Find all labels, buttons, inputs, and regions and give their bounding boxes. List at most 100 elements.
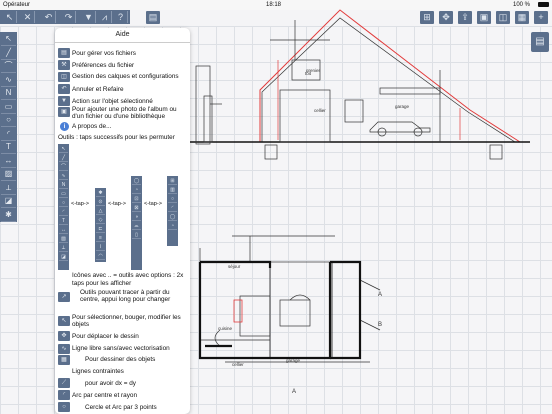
rectangle-icon[interactable]: ▭ bbox=[1, 100, 16, 114]
help-item-dxdy: pour avoir dx = dy bbox=[85, 380, 136, 387]
triangle-down-icon[interactable]: ▼ bbox=[82, 11, 96, 23]
tool-icon: ⟂ bbox=[59, 244, 68, 252]
tool-icon: △ bbox=[96, 207, 105, 215]
help-item-layers: Gestion des calques et configurations bbox=[72, 73, 179, 80]
label-garage-plan: garage bbox=[286, 358, 301, 363]
tool-column-3: ◯ ◔ ⊡ ⊠ ◑ ⌓ ▯ bbox=[131, 176, 142, 270]
files-help-icon: ▤ bbox=[58, 48, 70, 58]
tap-label: <-tap-> bbox=[144, 201, 163, 207]
center-tool-help-icon: ↗ bbox=[58, 292, 70, 302]
move-icon[interactable]: ✥ bbox=[439, 11, 453, 24]
dxdy-help-icon: ⟋ bbox=[58, 378, 70, 388]
text-icon[interactable]: T bbox=[1, 140, 16, 154]
freehand-icon[interactable]: ∿ bbox=[1, 73, 16, 87]
right-panel-icon[interactable]: ▤ bbox=[531, 32, 549, 52]
label-garage: garage bbox=[395, 104, 410, 109]
tool-icon: ◜ bbox=[168, 204, 177, 212]
tool-icon: ⌓ bbox=[132, 222, 141, 230]
arc-icon[interactable]: ◜ bbox=[1, 127, 16, 141]
grid-icon[interactable]: ⊞ bbox=[420, 11, 434, 24]
close-icon[interactable]: ✕ bbox=[21, 11, 35, 23]
tool-icon: ≡ bbox=[96, 234, 105, 242]
label-toit: toit bbox=[305, 71, 312, 76]
photo-help-icon: ▣ bbox=[58, 107, 70, 117]
help-item-action: Action sur l'objet sélectionné bbox=[72, 98, 153, 105]
select-icon[interactable]: ↖ bbox=[1, 32, 16, 46]
tool-column-1: ↖ ╱ ⌒ ∿ N ▭ ○ ◜ T ↔ ▨ ⟂ ◪ bbox=[58, 144, 69, 270]
pointer-icon[interactable]: ↖ bbox=[3, 11, 17, 23]
move-help-icon: ✥ bbox=[58, 331, 70, 341]
photo-icon[interactable]: ▣ bbox=[477, 11, 491, 24]
undo-icon[interactable]: ↶ bbox=[42, 11, 56, 23]
tool-column-4: ⊞ ▥ ○ ◜ ◯ ◔ bbox=[167, 176, 178, 246]
settings-icon[interactable]: ✱ bbox=[1, 208, 16, 222]
preferences-help-icon: ⚒ bbox=[58, 60, 70, 70]
left-tool-palette: ↖ ╱ ⌒ ∿ N ▭ ○ ◜ T ↔ ▨ ⟂ ◪ ✱ bbox=[0, 32, 17, 222]
info-icon: i bbox=[60, 122, 69, 131]
tool-icon: T bbox=[59, 217, 68, 225]
section-mark-b: B bbox=[378, 322, 382, 328]
section-mark-a: A bbox=[378, 292, 382, 298]
tool-icon: ◇ bbox=[96, 216, 105, 224]
zigzag-tool-icon[interactable]: N bbox=[1, 86, 16, 100]
line-icon[interactable]: ╱ bbox=[1, 46, 16, 60]
top-toolbar: ↖ ✕ ↶ ↷ ▼ ⩘ ? ▤ ⊞ ✥ ⇪ ▣ ◫ ▦ + bbox=[0, 10, 552, 26]
label-cellier: cellier bbox=[314, 108, 326, 113]
export-icon[interactable]: ⇪ bbox=[458, 11, 472, 24]
tool-icon: ◔ bbox=[168, 222, 177, 230]
tool-icon: ↔ bbox=[59, 227, 68, 234]
plus-icon[interactable]: + bbox=[534, 11, 548, 24]
objects-help-icon: ▦ bbox=[58, 355, 70, 365]
tap-label: <-tap-> bbox=[71, 201, 90, 207]
tool-icon: ⊡ bbox=[132, 195, 141, 203]
calculator-icon[interactable]: ▦ bbox=[515, 11, 529, 24]
dimension-icon[interactable]: ↔ bbox=[1, 154, 16, 168]
tool-icon: ◯ bbox=[132, 178, 141, 185]
layers-help-icon: ◫ bbox=[58, 72, 70, 82]
help-item-objects: Pour dessiner des objets bbox=[85, 356, 156, 363]
section-mark-a2: A bbox=[292, 389, 296, 395]
help-item-about: A propos de... bbox=[72, 123, 112, 130]
action-help-icon: ▼ bbox=[58, 96, 70, 106]
tool-icon: ◜ bbox=[59, 208, 68, 216]
tool-icon: ◔ bbox=[132, 186, 141, 194]
help-item-move: Pour déplacer le dessin bbox=[72, 333, 139, 340]
tool-icon: ⊠ bbox=[132, 204, 141, 212]
polyline-icon[interactable]: ⌒ bbox=[1, 59, 16, 73]
select-help-icon: ↖ bbox=[58, 316, 70, 326]
help-item-undo: Annuler et Refaire bbox=[72, 86, 124, 93]
options-note: Icônes avec .. = outils avec options : 2… bbox=[72, 272, 184, 287]
tools-heading: Outils : taps successifs pour les permut… bbox=[58, 134, 175, 141]
help-title: Aide bbox=[115, 31, 130, 38]
symbol-icon[interactable]: ◪ bbox=[1, 194, 16, 208]
tool-icon: ◑ bbox=[132, 213, 141, 221]
tool-icon: ⌇ bbox=[96, 243, 105, 251]
tool-icon: ◠ bbox=[96, 252, 105, 260]
help-popover: Aide ▤ Pour gérer vos fichiers ⚒ Préfére… bbox=[55, 28, 190, 414]
help-icon[interactable]: ? bbox=[114, 11, 128, 23]
zigzag-icon[interactable]: ⩘ bbox=[98, 11, 112, 23]
help-item-center-tools: Outils pouvant tracer à partir du centre… bbox=[80, 289, 171, 304]
files-icon[interactable]: ▤ bbox=[146, 11, 160, 24]
tool-icon: ╱ bbox=[59, 154, 68, 162]
help-item-freehand: Ligne libre sans/avec vectorisation bbox=[72, 345, 170, 352]
layers-icon[interactable]: ◫ bbox=[496, 11, 510, 24]
help-item-constrained: Lignes contraintes bbox=[72, 368, 124, 375]
help-item-arc: Arc par centre et rayon bbox=[72, 392, 138, 399]
help-title-divider bbox=[55, 42, 190, 43]
circle-icon[interactable]: ○ bbox=[1, 113, 16, 127]
tool-icon: ◪ bbox=[59, 253, 68, 261]
hatch-icon[interactable]: ▨ bbox=[1, 167, 16, 181]
measure-icon[interactable]: ⟂ bbox=[1, 181, 16, 195]
help-item-preferences: Préférences du fichier bbox=[72, 62, 135, 69]
redo-icon[interactable]: ↷ bbox=[62, 11, 76, 23]
tool-icon: ⊏ bbox=[96, 225, 105, 233]
tool-icon: ▯ bbox=[132, 231, 141, 239]
label-cellier-plan: cellier bbox=[232, 362, 244, 367]
freehand-help-icon: ∿ bbox=[58, 344, 70, 354]
tool-icon: ⊞ bbox=[168, 177, 177, 185]
label-cuisine: cuisine bbox=[218, 326, 233, 331]
tool-icon: ▨ bbox=[59, 235, 68, 243]
tool-icon: ▭ bbox=[59, 190, 68, 198]
tool-icon: ∿ bbox=[59, 172, 68, 180]
